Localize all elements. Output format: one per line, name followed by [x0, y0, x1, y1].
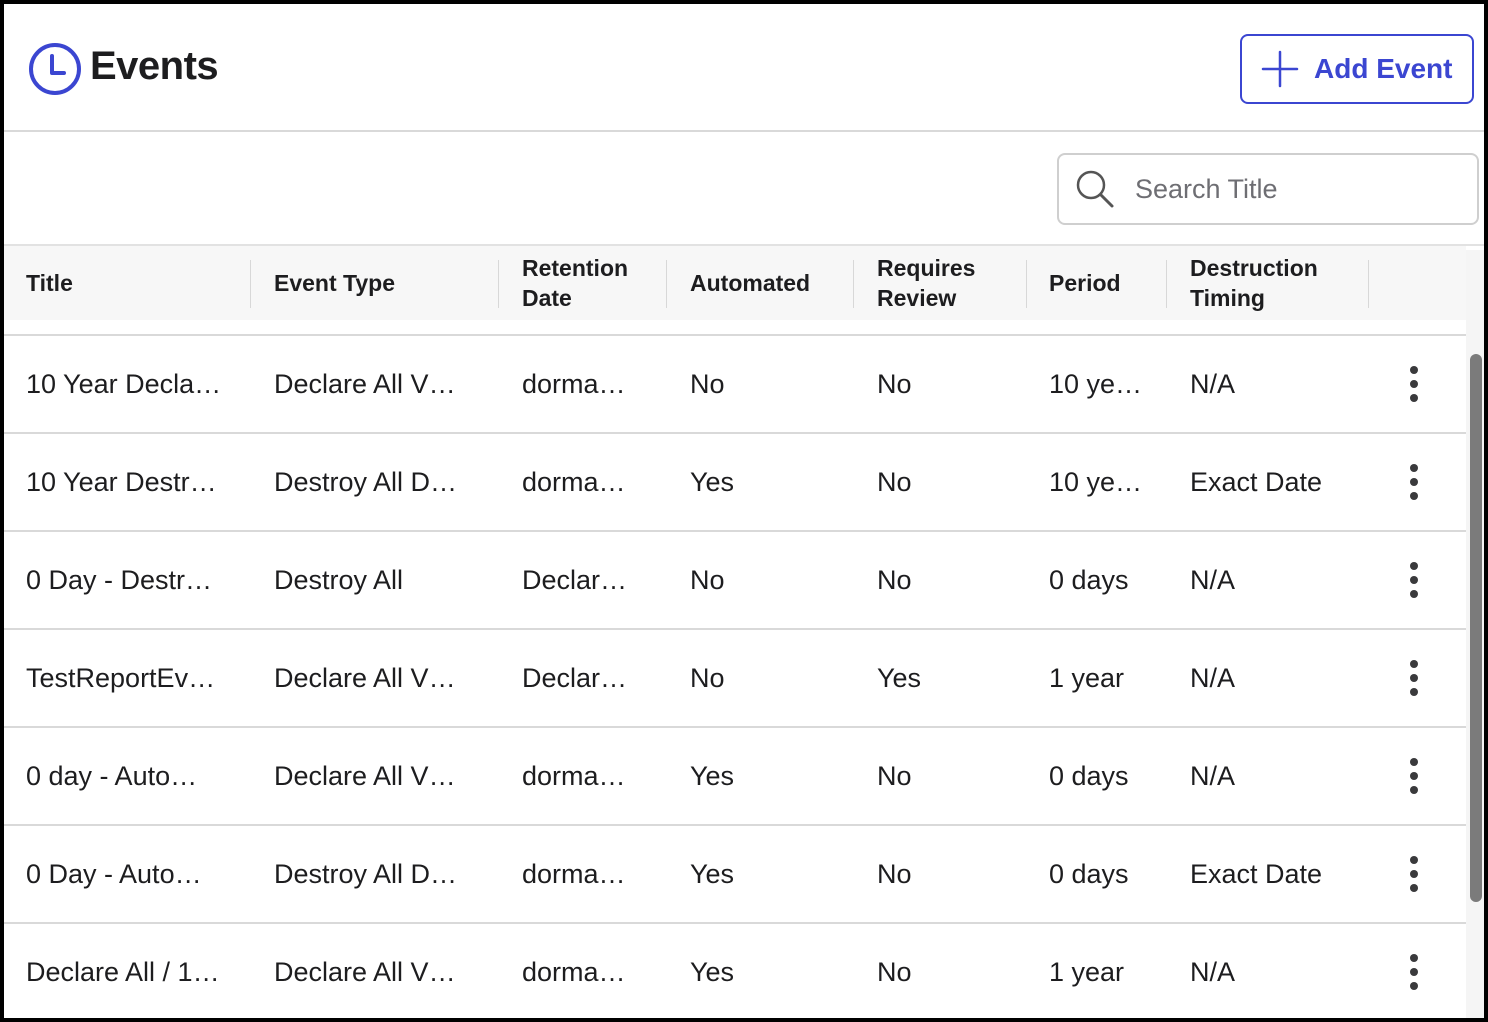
- clock-icon: [29, 43, 81, 95]
- cell-destruction-timing: N/A: [1190, 564, 1236, 595]
- table-row[interactable]: 0 Day - Auto… Destroy All D… dorma… Yes No 0 …: [4, 826, 1466, 924]
- cell-event-type: Declare All V…: [274, 956, 456, 987]
- cell-retention-date: dorma…: [522, 858, 626, 889]
- cell-automated: Yes: [690, 760, 735, 791]
- cell-automated: No: [690, 662, 725, 693]
- cell-event-type: Destroy All D…: [274, 858, 458, 889]
- cell-retention-date: dorma…: [522, 368, 626, 399]
- column-header-period[interactable]: Period: [1049, 246, 1121, 320]
- kebab-menu-icon[interactable]: [1400, 854, 1428, 894]
- cell-retention-date: dorma…: [522, 466, 626, 497]
- cell-automated: Yes: [690, 858, 735, 889]
- column-divider[interactable]: [1166, 260, 1167, 308]
- cell-automated: No: [690, 368, 725, 399]
- cell-automated: Yes: [690, 466, 735, 497]
- cell-destruction-timing: Exact Date: [1190, 858, 1323, 889]
- kebab-menu-icon[interactable]: [1400, 364, 1428, 404]
- column-header-retention-date[interactable]: Retention Date: [522, 246, 628, 320]
- search-icon: [1076, 170, 1114, 208]
- cell-title: Declare All / 1…: [26, 956, 220, 987]
- column-header-automated[interactable]: Automated: [690, 246, 810, 320]
- cell-requires-review: No: [877, 368, 912, 399]
- cell-automated: Yes: [690, 956, 735, 987]
- cell-destruction-timing: N/A: [1190, 662, 1236, 693]
- table-toolbar: [4, 132, 1484, 246]
- cell-title: 10 Year Destr…: [26, 466, 217, 497]
- column-divider[interactable]: [250, 260, 251, 308]
- cell-period: 0 days: [1049, 760, 1129, 791]
- kebab-menu-icon[interactable]: [1400, 756, 1428, 796]
- column-header-destruction-timing[interactable]: Destruction Timing: [1190, 246, 1318, 320]
- cell-requires-review: No: [877, 466, 912, 497]
- kebab-menu-icon[interactable]: [1400, 560, 1428, 600]
- column-header-title[interactable]: Title: [26, 246, 73, 320]
- cell-event-type: Destroy All: [274, 564, 404, 595]
- events-window: Events Add Event Title Event Type: [4, 4, 1484, 1018]
- cell-destruction-timing: N/A: [1190, 956, 1236, 987]
- cell-retention-date: Declar…: [522, 564, 628, 595]
- kebab-menu-icon[interactable]: [1400, 462, 1428, 502]
- cell-period: 1 year: [1049, 662, 1125, 693]
- table-row[interactable]: Declare All / 1… Declare All V… dorma… Yes N…: [4, 924, 1466, 1018]
- cell-event-type: Declare All V…: [274, 368, 456, 399]
- cell-event-type: Destroy All D…: [274, 466, 458, 497]
- cell-requires-review: No: [877, 760, 912, 791]
- cell-requires-review: No: [877, 858, 912, 889]
- add-event-button[interactable]: Add Event: [1240, 34, 1474, 104]
- cell-automated: No: [690, 564, 725, 595]
- table-row[interactable]: 10 Year Decla… Declare All V… dorma… No No 10…: [4, 336, 1466, 434]
- table-row[interactable]: 0 day - Auto… Declare All V… dorma… Yes No 0 …: [4, 728, 1466, 826]
- cell-requires-review: Yes: [877, 662, 922, 693]
- kebab-menu-icon[interactable]: [1400, 952, 1428, 992]
- plus-icon: [1261, 50, 1299, 88]
- cell-retention-date: Declar…: [522, 662, 628, 693]
- table-row[interactable]: TestReportEv… Declare All V… Declar… No Yes 1…: [4, 630, 1466, 728]
- column-divider[interactable]: [498, 260, 499, 308]
- cell-destruction-timing: Exact Date: [1190, 466, 1323, 497]
- column-divider[interactable]: [1368, 260, 1369, 308]
- cell-requires-review: No: [877, 564, 912, 595]
- cell-period: 10 ye…: [1049, 368, 1143, 399]
- table-row[interactable]: 0 Day - Destr… Destroy All Declar… No No 0 da…: [4, 532, 1466, 630]
- cell-destruction-timing: N/A: [1190, 368, 1236, 399]
- table-body: 10 Year Decla… Declare All V… dorma… No No 10…: [4, 336, 1466, 1018]
- cell-retention-date: dorma…: [522, 956, 626, 987]
- table-header: Title Event Type Retention Date Automate…: [4, 246, 1466, 320]
- table-row[interactable]: 10 Year Destr… Destroy All D… dorma… Yes No 1…: [4, 434, 1466, 532]
- column-divider[interactable]: [853, 260, 854, 308]
- kebab-menu-icon[interactable]: [1400, 658, 1428, 698]
- cell-period: 1 year: [1049, 956, 1125, 987]
- cell-title: 0 day - Auto…: [26, 760, 198, 791]
- cell-title: 10 Year Decla…: [26, 368, 222, 399]
- page-title: Events: [90, 44, 219, 88]
- column-header-event-type[interactable]: Event Type: [274, 246, 395, 320]
- cell-retention-date: dorma…: [522, 760, 626, 791]
- cell-period: 0 days: [1049, 858, 1129, 889]
- column-divider[interactable]: [1026, 260, 1027, 308]
- cell-destruction-timing: N/A: [1190, 760, 1236, 791]
- cell-title: 0 Day - Destr…: [26, 564, 213, 595]
- cell-period: 10 ye…: [1049, 466, 1143, 497]
- cell-title: TestReportEv…: [26, 662, 216, 693]
- cell-requires-review: No: [877, 956, 912, 987]
- cell-period: 0 days: [1049, 564, 1129, 595]
- cell-title: 0 Day - Auto…: [26, 858, 202, 889]
- cell-event-type: Declare All V…: [274, 662, 456, 693]
- page-header: Events Add Event: [4, 4, 1484, 132]
- column-header-requires-review[interactable]: Requires Review: [877, 246, 975, 320]
- column-divider[interactable]: [666, 260, 667, 308]
- add-event-label: Add Event: [1314, 53, 1453, 84]
- search-input[interactable]: [1133, 172, 1437, 206]
- scrollbar-thumb[interactable]: [1470, 354, 1482, 902]
- cell-event-type: Declare All V…: [274, 760, 456, 791]
- search-box[interactable]: [1057, 153, 1479, 225]
